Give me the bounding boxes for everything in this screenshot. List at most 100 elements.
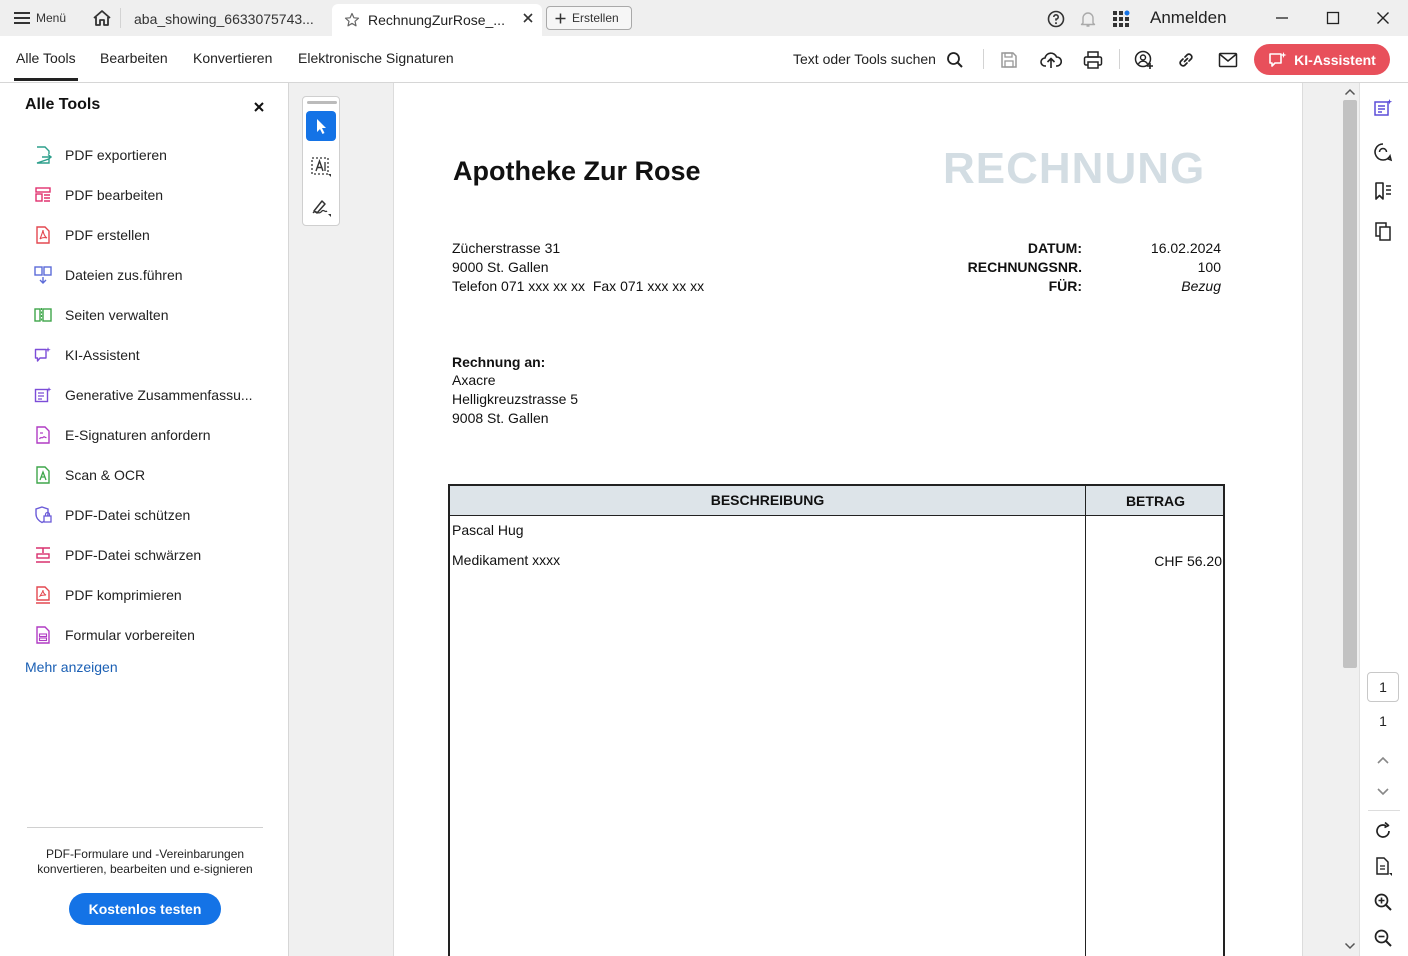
request-esign-icon [34, 426, 52, 444]
tab-document-rechnung[interactable]: RechnungZurRose_... [332, 4, 542, 36]
tool-organize-pages[interactable]: Seiten verwalten [34, 303, 169, 327]
tool-label: Formular vorbereiten [65, 627, 195, 643]
scan-ocr-icon [34, 466, 52, 484]
link-icon[interactable] [1173, 47, 1199, 73]
new-tab-button[interactable]: Erstellen [546, 6, 632, 30]
tool-label: KI-Assistent [65, 347, 140, 363]
tool-request-esignatures[interactable]: E-Signaturen anfordern [34, 423, 211, 447]
tool-ai-assistant[interactable]: KI-Assistent [34, 343, 140, 367]
panel-divider [27, 827, 263, 828]
maximize-icon[interactable] [1316, 6, 1350, 30]
generative-summary-icon [34, 386, 52, 404]
tab-document-aba[interactable]: aba_showing_6633075743... [122, 5, 330, 33]
date-label: DATUM: [1027, 240, 1082, 256]
tool-prepare-form[interactable]: Formular vorbereiten [34, 623, 195, 647]
tool-label: Seiten verwalten [65, 307, 169, 323]
tab-divider [120, 8, 121, 28]
show-more-link[interactable]: Mehr anzeigen [25, 659, 118, 675]
scroll-up-arrow-icon[interactable] [1344, 88, 1356, 96]
free-trial-button[interactable]: Kostenlos testen [69, 893, 221, 925]
bill-to-city: 9008 St. Gallen [452, 410, 549, 426]
tool-create-pdf[interactable]: PDF erstellen [34, 223, 150, 247]
help-icon[interactable] [1045, 8, 1067, 30]
tool-label: Generative Zusammenfassu... [65, 387, 253, 403]
tool-search-button[interactable]: Text oder Tools suchen [793, 51, 936, 67]
text-select-icon [310, 156, 332, 178]
for-value: Bezug [1181, 278, 1221, 294]
generative-summary-icon[interactable] [1371, 96, 1395, 120]
save-icon[interactable] [996, 47, 1022, 73]
page-thumbnails-icon[interactable] [1371, 219, 1395, 243]
tab-label: aba_showing_6633075743... [134, 11, 314, 27]
bill-to-street: Helligkreuzstrasse 5 [452, 391, 579, 407]
menu-button[interactable]: Menü [8, 6, 72, 30]
bill-to-name: Axacre [452, 372, 496, 388]
sign-in-button[interactable]: Anmelden [1150, 8, 1227, 28]
mail-icon[interactable] [1215, 47, 1241, 73]
tool-export-pdf[interactable]: PDF exportieren [34, 143, 167, 167]
fit-page-icon[interactable] [1371, 854, 1395, 878]
table-cell-amount: CHF 56.20 [1154, 553, 1222, 569]
compress-pdf-icon [34, 586, 52, 604]
menu-tab-edit[interactable]: Bearbeiten [100, 50, 168, 66]
search-icon[interactable] [942, 47, 968, 73]
sender-street: Zücherstrasse 31 [452, 240, 561, 256]
ai-assistant-button[interactable]: KI-Assistent [1254, 44, 1390, 75]
home-button[interactable] [88, 6, 116, 30]
plus-icon [555, 13, 566, 24]
scrollbar-thumb[interactable] [1343, 100, 1357, 668]
tool-combine-files[interactable]: Dateien zus.führen [34, 263, 183, 287]
date-value: 16.02.2024 [1150, 240, 1221, 256]
tool-protect-pdf[interactable]: PDF-Datei schützen [34, 503, 190, 527]
previous-page-icon[interactable] [1371, 748, 1395, 772]
tool-edit-pdf[interactable]: PDF bearbeiten [34, 183, 163, 207]
invoice-number-value: 100 [1197, 259, 1221, 275]
toolbar-grip[interactable] [307, 101, 337, 104]
menu-tab-all-tools[interactable]: Alle Tools [16, 50, 76, 66]
ai-button-label: KI-Assistent [1294, 51, 1376, 68]
tool-redact-pdf[interactable]: PDF-Datei schwärzen [34, 543, 201, 567]
comment-icon[interactable] [1371, 140, 1395, 164]
cursor-arrow-icon [313, 117, 329, 135]
rotate-icon[interactable] [1371, 819, 1395, 843]
print-icon[interactable] [1080, 47, 1106, 73]
next-page-icon[interactable] [1371, 780, 1395, 804]
ai-sparkle-icon [1268, 51, 1288, 69]
hamburger-icon [14, 11, 30, 25]
text-select-tool-button[interactable] [306, 152, 336, 182]
scroll-down-arrow-icon[interactable] [1344, 942, 1356, 950]
close-tab-icon[interactable] [522, 12, 534, 24]
for-label: FÜR: [1048, 278, 1082, 294]
menu-tab-convert[interactable]: Konvertieren [193, 50, 272, 66]
tool-scan-ocr[interactable]: Scan & OCR [34, 463, 145, 487]
tool-compress-pdf[interactable]: PDF komprimieren [34, 583, 182, 607]
close-window-icon[interactable] [1366, 6, 1400, 30]
upload-cloud-icon[interactable] [1038, 47, 1064, 73]
organize-pages-icon [34, 306, 52, 324]
zoom-out-icon[interactable] [1371, 926, 1395, 950]
star-icon[interactable] [344, 12, 360, 28]
menu-tab-esign[interactable]: Elektronische Signaturen [298, 50, 454, 66]
minimize-icon[interactable] [1265, 6, 1299, 30]
new-tab-label: Erstellen [572, 11, 619, 25]
bookmark-icon[interactable] [1371, 179, 1395, 203]
current-page-input[interactable]: 1 [1367, 672, 1399, 702]
tool-label: PDF bearbeiten [65, 187, 164, 203]
table-cell-description: Pascal Hug [452, 522, 524, 538]
select-tool-button[interactable] [306, 111, 336, 141]
tool-label: PDF exportieren [65, 147, 167, 163]
notification-bell-icon[interactable] [1077, 8, 1099, 30]
home-icon [92, 9, 112, 27]
create-pdf-icon [34, 226, 52, 244]
tool-generative-summary[interactable]: Generative Zusammenfassu... [34, 383, 253, 407]
share-user-icon[interactable] [1131, 47, 1157, 73]
combine-files-icon [34, 266, 52, 284]
rail-divider [1368, 810, 1400, 811]
apps-grid-icon[interactable] [1110, 8, 1132, 30]
bill-to-label: Rechnung an: [452, 354, 546, 370]
export-pdf-icon [34, 146, 52, 164]
draw-tool-button[interactable] [306, 192, 336, 222]
zoom-in-icon[interactable] [1371, 890, 1395, 914]
close-panel-icon[interactable] [253, 101, 269, 117]
active-tab-indicator [14, 78, 78, 81]
